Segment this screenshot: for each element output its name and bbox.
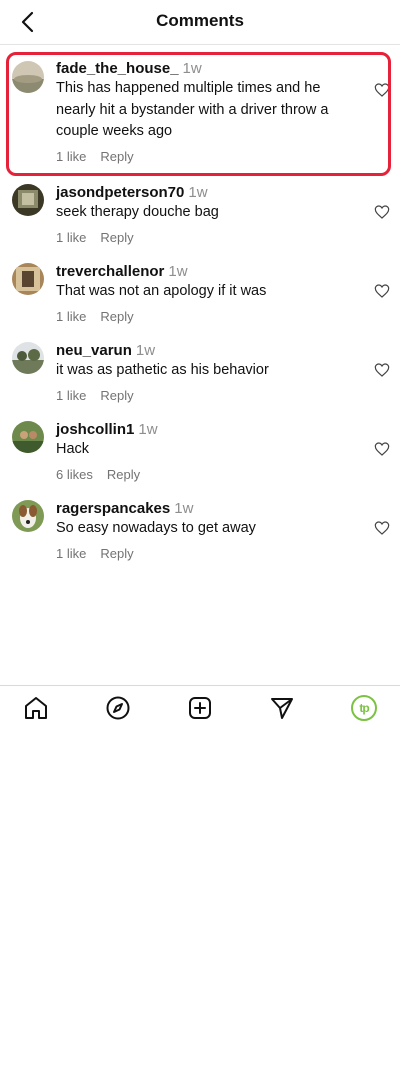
comment-time: 1w xyxy=(168,263,188,280)
comment-username[interactable]: neu_varun xyxy=(56,342,132,359)
comment-text: Hack xyxy=(56,441,90,457)
comment-text: So easy nowadays to get away xyxy=(56,520,256,536)
avatar[interactable] xyxy=(12,421,44,453)
reply-button[interactable]: Reply xyxy=(107,467,140,482)
comment-username[interactable]: treverchallenor xyxy=(56,263,164,280)
explore-icon[interactable] xyxy=(105,695,131,721)
comment-time: 1w xyxy=(135,342,156,359)
heart-icon[interactable] xyxy=(374,520,390,536)
likes-count[interactable]: 6 likes xyxy=(56,467,93,482)
likes-count[interactable]: 1 like xyxy=(56,309,86,324)
likes-count[interactable]: 1 like xyxy=(56,546,86,561)
avatar[interactable] xyxy=(12,263,44,295)
reply-button[interactable]: Reply xyxy=(100,388,133,403)
comment-time: 1w xyxy=(188,184,208,201)
comment-text: seek therapy douche bag xyxy=(56,204,219,220)
reply-button[interactable]: Reply xyxy=(100,230,133,245)
likes-count[interactable]: 1 like xyxy=(56,230,86,245)
header-bar: Comments xyxy=(0,0,400,45)
comment-username[interactable]: ragerspancakes xyxy=(56,500,170,517)
comment-text: That was not an apology if it was xyxy=(56,283,267,299)
home-icon[interactable] xyxy=(23,695,49,721)
profile-icon[interactable]: tp xyxy=(351,695,377,721)
direct-icon[interactable] xyxy=(269,695,295,721)
likes-count[interactable]: 1 like xyxy=(56,388,86,403)
bottom-tab-bar: tp xyxy=(0,685,400,732)
comment-username[interactable]: jasondpeterson70 xyxy=(56,184,184,201)
heart-icon[interactable] xyxy=(374,283,390,299)
page-title: Comments xyxy=(156,11,244,30)
selection-highlight xyxy=(6,52,391,176)
heart-icon[interactable] xyxy=(374,441,390,457)
reply-button[interactable]: Reply xyxy=(100,546,133,561)
comment-text: it was as pathetic as his behavior xyxy=(56,362,269,378)
avatar[interactable] xyxy=(12,184,44,216)
avatar[interactable] xyxy=(12,500,44,532)
create-icon[interactable] xyxy=(187,695,213,721)
comment-time: 1w xyxy=(138,421,158,438)
reply-button[interactable]: Reply xyxy=(100,309,133,324)
profile-badge-text: tp xyxy=(359,701,369,715)
heart-icon[interactable] xyxy=(374,204,390,220)
heart-icon[interactable] xyxy=(374,362,390,378)
avatar[interactable] xyxy=(12,342,44,374)
comment-time: 1w xyxy=(174,500,194,517)
comment-username[interactable]: joshcollin1 xyxy=(56,421,134,438)
